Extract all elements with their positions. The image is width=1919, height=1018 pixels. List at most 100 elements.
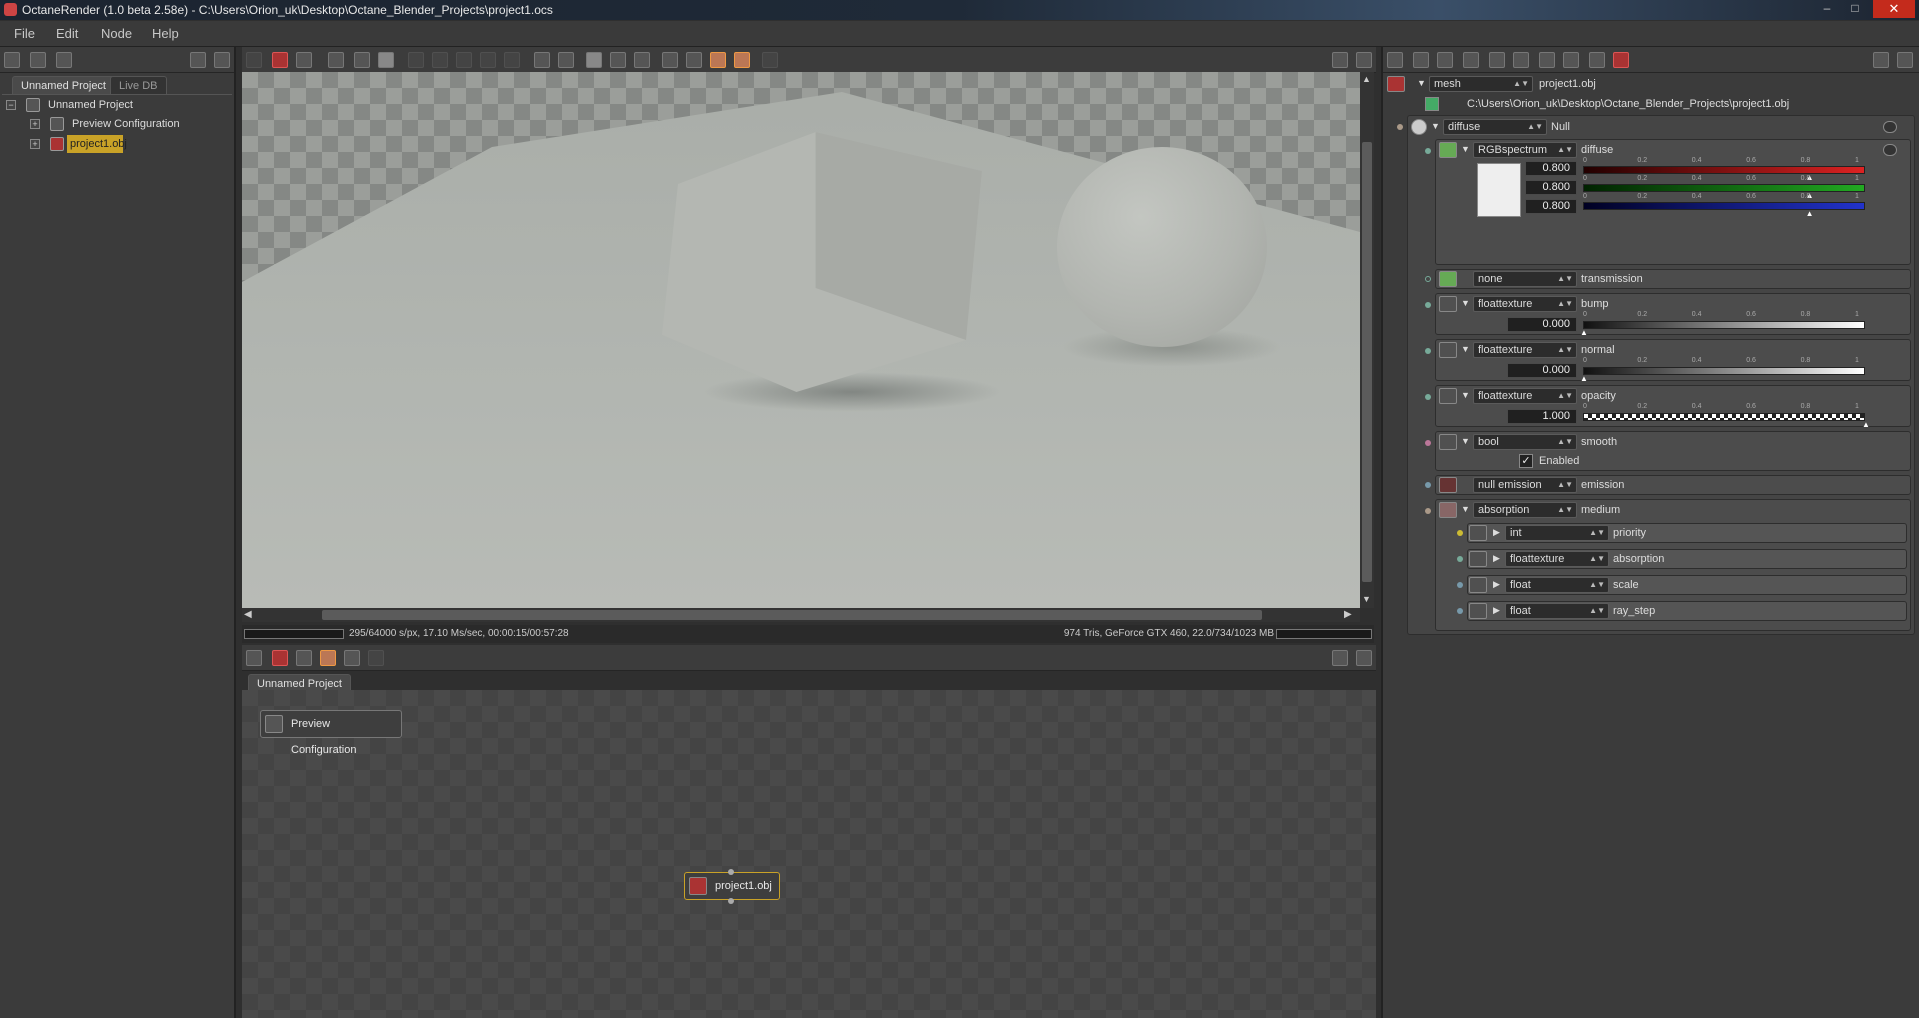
menu-node[interactable]: Node [101, 26, 132, 41]
inspector-icon-2[interactable] [1413, 52, 1429, 68]
fullscreen-icon[interactable] [214, 52, 230, 68]
collapse-arrow-icon[interactable]: ▼ [1461, 504, 1470, 514]
tree-item-project1-obj[interactable]: + project1.obj [30, 135, 230, 153]
info-icon[interactable] [762, 52, 778, 68]
tree-root[interactable]: − Unnamed Project [6, 96, 232, 114]
emission-type-select[interactable]: null emission ▲▼ [1473, 477, 1577, 493]
collapse-arrow-icon[interactable]: ▼ [1461, 298, 1470, 308]
absorption-pin-dot[interactable] [1457, 556, 1463, 562]
collapse-arrow-icon[interactable]: ▼ [1431, 121, 1440, 131]
bg-white-icon[interactable] [586, 52, 602, 68]
play-icon[interactable] [378, 52, 394, 68]
wrench-icon[interactable] [1332, 52, 1348, 68]
diffuse-pin-dot[interactable] [1425, 148, 1431, 154]
green-slider[interactable]: ▲ [1583, 184, 1865, 200]
opacity-pin-dot[interactable] [1425, 394, 1431, 400]
inspector-icon-9[interactable] [1589, 52, 1605, 68]
bump-slider-track[interactable]: ▲ [1580, 321, 1865, 337]
new-node-icon[interactable] [296, 650, 312, 666]
priority-type-select[interactable]: int ▲▼ [1505, 525, 1609, 541]
copy-icon[interactable] [662, 52, 678, 68]
menu-edit[interactable]: Edit [56, 26, 78, 41]
fit-icon[interactable] [296, 52, 312, 68]
expand-arrow-icon[interactable]: ▶ [1493, 605, 1500, 616]
expand-toggle[interactable]: + [30, 119, 40, 129]
import-icon[interactable] [320, 650, 336, 666]
expand-arrow-icon[interactable]: ▶ [1493, 527, 1500, 538]
star-icon[interactable] [734, 52, 750, 68]
rotate-icon[interactable] [480, 52, 496, 68]
ray-step-type-select[interactable]: float ▲▼ [1505, 603, 1609, 619]
horizontal-scroll-thumb[interactable] [322, 610, 1262, 620]
region-icon[interactable] [432, 52, 448, 68]
inspector-icon-6[interactable] [1513, 52, 1529, 68]
inspector-icon-4[interactable] [1463, 52, 1479, 68]
node-output-pin[interactable] [728, 898, 734, 904]
normal-slider-track[interactable]: ▲ [1580, 367, 1865, 383]
expand-arrow-icon[interactable]: ▶ [1493, 553, 1500, 564]
scale-type-select[interactable]: float ▲▼ [1505, 577, 1609, 593]
collapse-icon[interactable] [30, 52, 46, 68]
red-slider[interactable]: ▲ [1583, 166, 1865, 182]
pick-icon[interactable] [408, 52, 424, 68]
slider-handle[interactable]: ▲ [1806, 209, 1814, 218]
mesh-type-select[interactable]: mesh ▲▼ [1429, 76, 1533, 92]
scale-pin-dot[interactable] [1457, 582, 1463, 588]
color-swatch[interactable] [1477, 163, 1521, 217]
smooth-pin-dot[interactable] [1425, 440, 1431, 446]
group-icon[interactable] [368, 650, 384, 666]
collapse-arrow-icon[interactable]: ▼ [1417, 78, 1426, 88]
eye-icon[interactable] [1883, 121, 1897, 133]
medium-pin-dot[interactable] [1425, 508, 1431, 514]
bump-pin-dot[interactable] [1425, 302, 1431, 308]
pause-icon[interactable] [354, 52, 370, 68]
diffuse-type-select[interactable]: RGBspectrum ▲▼ [1473, 142, 1577, 158]
inspector-icon-10[interactable] [1613, 52, 1629, 68]
transmission-type-select[interactable]: none ▲▼ [1473, 271, 1577, 287]
bump-type-select[interactable]: floattexture ▲▼ [1473, 296, 1577, 312]
tab-unnamed-project[interactable]: Unnamed Project [12, 76, 115, 94]
sphere-icon[interactable] [534, 52, 550, 68]
collapse-toggle[interactable]: − [6, 100, 16, 110]
close-button[interactable]: ✕ [1873, 0, 1915, 18]
save-render-icon[interactable] [246, 52, 262, 68]
node-preview-configuration[interactable]: Preview Configuration [260, 710, 402, 756]
bump-value-field[interactable]: 0.000 [1507, 317, 1577, 332]
material-pin-dot[interactable] [1397, 124, 1403, 130]
menu-help[interactable]: Help [152, 26, 179, 41]
normal-value-field[interactable]: 0.000 [1507, 363, 1577, 378]
slider-handle[interactable]: ▲ [1580, 328, 1588, 337]
list-icon[interactable] [56, 52, 72, 68]
slider-handle[interactable]: ▲ [1862, 420, 1870, 429]
node-project1-obj[interactable]: project1.obj [684, 872, 780, 900]
export-icon[interactable] [686, 52, 702, 68]
inspector-icon-8[interactable] [1563, 52, 1579, 68]
medium-type-select[interactable]: absorption ▲▼ [1473, 502, 1577, 518]
scroll-right-arrow-icon[interactable]: ▶ [1344, 609, 1352, 620]
tab-live-db[interactable]: Live DB [110, 76, 167, 94]
scroll-left-arrow-icon[interactable]: ◀ [244, 609, 252, 620]
opacity-slider[interactable]: 0 0.2 0.4 0.6 0.8 1 ▲ [1583, 403, 1870, 429]
green-value-field[interactable]: 0.800 [1525, 180, 1577, 195]
fullscreen-icon[interactable] [1356, 650, 1372, 666]
opacity-slider-track[interactable]: ▲ [1583, 413, 1870, 429]
smooth-type-select[interactable]: bool ▲▼ [1473, 434, 1577, 450]
wrench-icon[interactable] [1332, 650, 1348, 666]
bg-checker-icon[interactable] [610, 52, 626, 68]
ray-step-pin-dot[interactable] [1457, 608, 1463, 614]
blue-slider[interactable]: ▲ [1583, 202, 1865, 218]
wrench-icon[interactable] [1873, 52, 1889, 68]
normal-type-select[interactable]: floattexture ▲▼ [1473, 342, 1577, 358]
red-value-field[interactable]: 0.800 [1525, 161, 1577, 176]
minimize-button[interactable]: – [1818, 1, 1836, 17]
viewport-horizontal-scrollbar[interactable]: ◀ ▶ [242, 608, 1360, 622]
eye-icon[interactable] [1883, 144, 1897, 156]
collapse-arrow-icon[interactable]: ▼ [1461, 436, 1470, 446]
node-graph-editor[interactable]: Preview Configuration project1.obj [242, 690, 1376, 1018]
node-input-pin[interactable] [728, 869, 734, 875]
opacity-value-field[interactable]: 1.000 [1507, 409, 1577, 424]
restart-render-icon[interactable] [328, 52, 344, 68]
reload-icon[interactable] [344, 650, 360, 666]
viewport-vertical-scrollbar[interactable]: ▲ ▼ [1360, 72, 1374, 608]
rgb-sliders[interactable]: 0 0.2 0.4 0.6 0.8 1 ▲ 0 0.2 0.4 0.6 0.8 1 ▲ 0 0.2 0.… [1583, 157, 1865, 221]
